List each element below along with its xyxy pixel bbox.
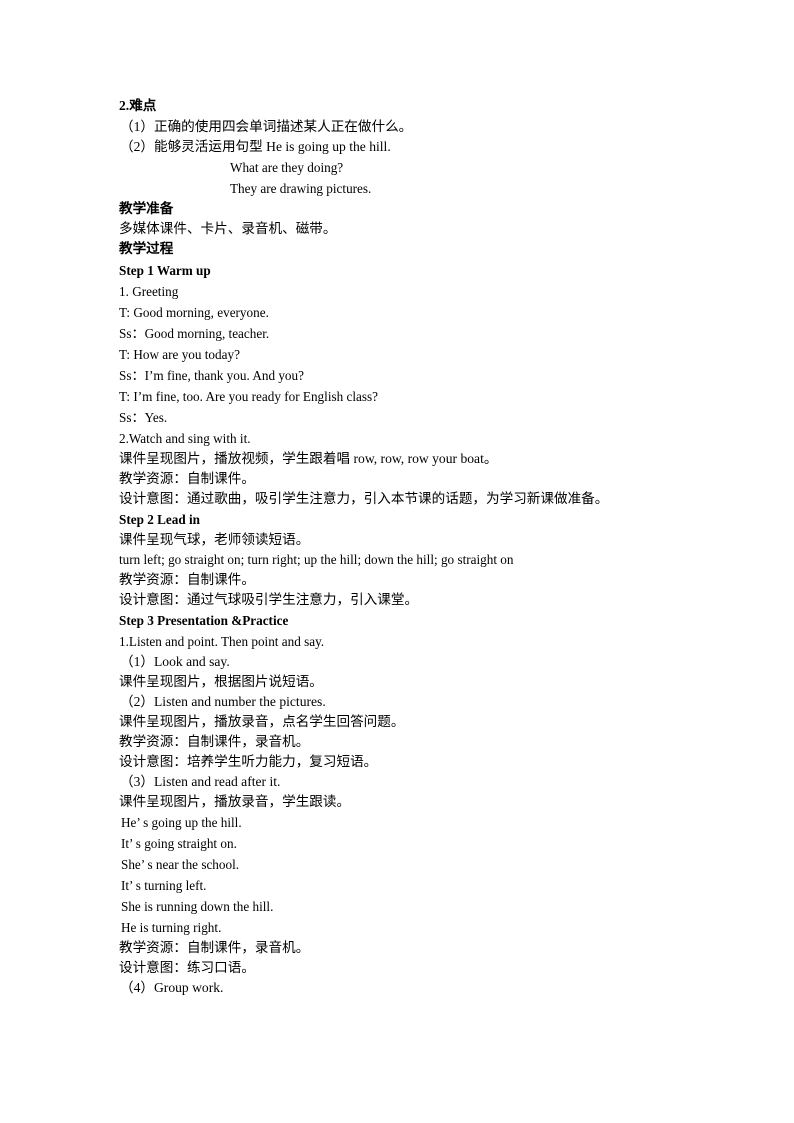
step3-sentence-3: She’ s near the school.	[121, 857, 240, 872]
step2-phrase-list: turn left; go straight on; turn right; u…	[119, 551, 514, 567]
difficulty-item-2: （2）能够灵活运用句型 He is going up the hill.	[120, 138, 391, 154]
step1-cn-line-2: 教学资源：自制课件。	[119, 470, 255, 486]
difficulty-item-1: （1）正确的使用四会单词描述某人正在做什么。	[120, 118, 413, 134]
step3-sentence-2: It’ s going straight on.	[121, 836, 237, 851]
step2-cn-line-1: 课件呈现气球，老师领读短语。	[119, 531, 310, 547]
step3-sub2-cn-2: 教学资源：自制课件，录音机。	[119, 734, 310, 749]
step3-sub4-title: （4）Group work.	[120, 980, 224, 995]
step1-line-2: T: Good morning, everyone.	[119, 304, 269, 320]
step3-lead: 1.Listen and point. Then point and say.	[119, 634, 325, 649]
step3-sub1-cn: 课件呈现图片，根据图片说短语。	[119, 674, 323, 689]
step1-cn-line-3: 设计意图：通过歌曲，吸引学生注意力，引入本节课的话题，为学习新课做准备。	[119, 490, 609, 506]
heading-step-3: Step 3 Presentation &Practice	[119, 613, 289, 628]
step3-sub3-cn-3: 设计意图：练习口语。	[119, 960, 255, 975]
step1-line-3: Ss：Good morning, teacher.	[119, 325, 270, 341]
step3-sub3-cn-2: 教学资源：自制课件，录音机。	[119, 940, 310, 955]
step1-line-6: T: I’m fine, too. Are you ready for Engl…	[119, 388, 378, 404]
step1-line-4: T: How are you today?	[119, 346, 240, 362]
step3-sub3-title: （3）Listen and read after it.	[120, 774, 281, 789]
step1-line-7: Ss：Yes.	[119, 409, 168, 425]
heading-difficulty: 2.难点	[119, 98, 157, 113]
heading-step-1: Step 1 Warm up	[119, 262, 211, 278]
step3-sub2-cn-3: 设计意图：培养学生听力能力，复习短语。	[119, 754, 378, 769]
step3-sub2-cn-1: 课件呈现图片，播放录音，点名学生回答问题。	[119, 714, 405, 729]
step1-line-8: 2.Watch and sing with it.	[119, 430, 251, 446]
step2-cn-line-3: 设计意图：通过气球吸引学生注意力，引入课堂。	[119, 592, 419, 607]
step1-line-1: 1. Greeting	[119, 283, 179, 299]
step1-cn-line-1: 课件呈现图片，播放视频，学生跟着唱 row, row, row your boa…	[119, 450, 498, 466]
document-body: 2.难点 （1）正确的使用四会单词描述某人正在做什么。 （2）能够灵活运用句型 …	[119, 96, 719, 998]
document-page: 2.难点 （1）正确的使用四会单词描述某人正在做什么。 （2）能够灵活运用句型 …	[0, 0, 794, 1123]
preparation-body: 多媒体课件、卡片、录音机、磁带。	[119, 221, 337, 236]
heading-step-2: Step 2 Lead in	[119, 511, 200, 527]
step3-sub3-cn-1: 课件呈现图片，播放录音，学生跟读。	[119, 794, 351, 809]
step3-sentence-5: She is running down the hill.	[121, 899, 274, 914]
step2-cn-line-2: 教学资源：自制课件。	[119, 572, 255, 587]
difficulty-item-2-line-3: They are drawing pictures.	[230, 180, 372, 196]
step3-sub2-title: （2）Listen and number the pictures.	[120, 694, 326, 709]
step3-sentence-4: It’ s turning left.	[121, 878, 207, 893]
difficulty-item-2-line-2: What are they doing?	[230, 159, 344, 175]
heading-process: 教学过程	[119, 241, 174, 256]
step3-sentence-6: He is turning right.	[121, 920, 222, 935]
step1-line-5: Ss：I’m fine, thank you. And you?	[119, 367, 304, 383]
step3-sentence-1: He’ s going up the hill.	[121, 815, 242, 830]
step3-sub1-title: （1）Look and say.	[120, 654, 230, 669]
heading-preparation: 教学准备	[119, 200, 174, 216]
